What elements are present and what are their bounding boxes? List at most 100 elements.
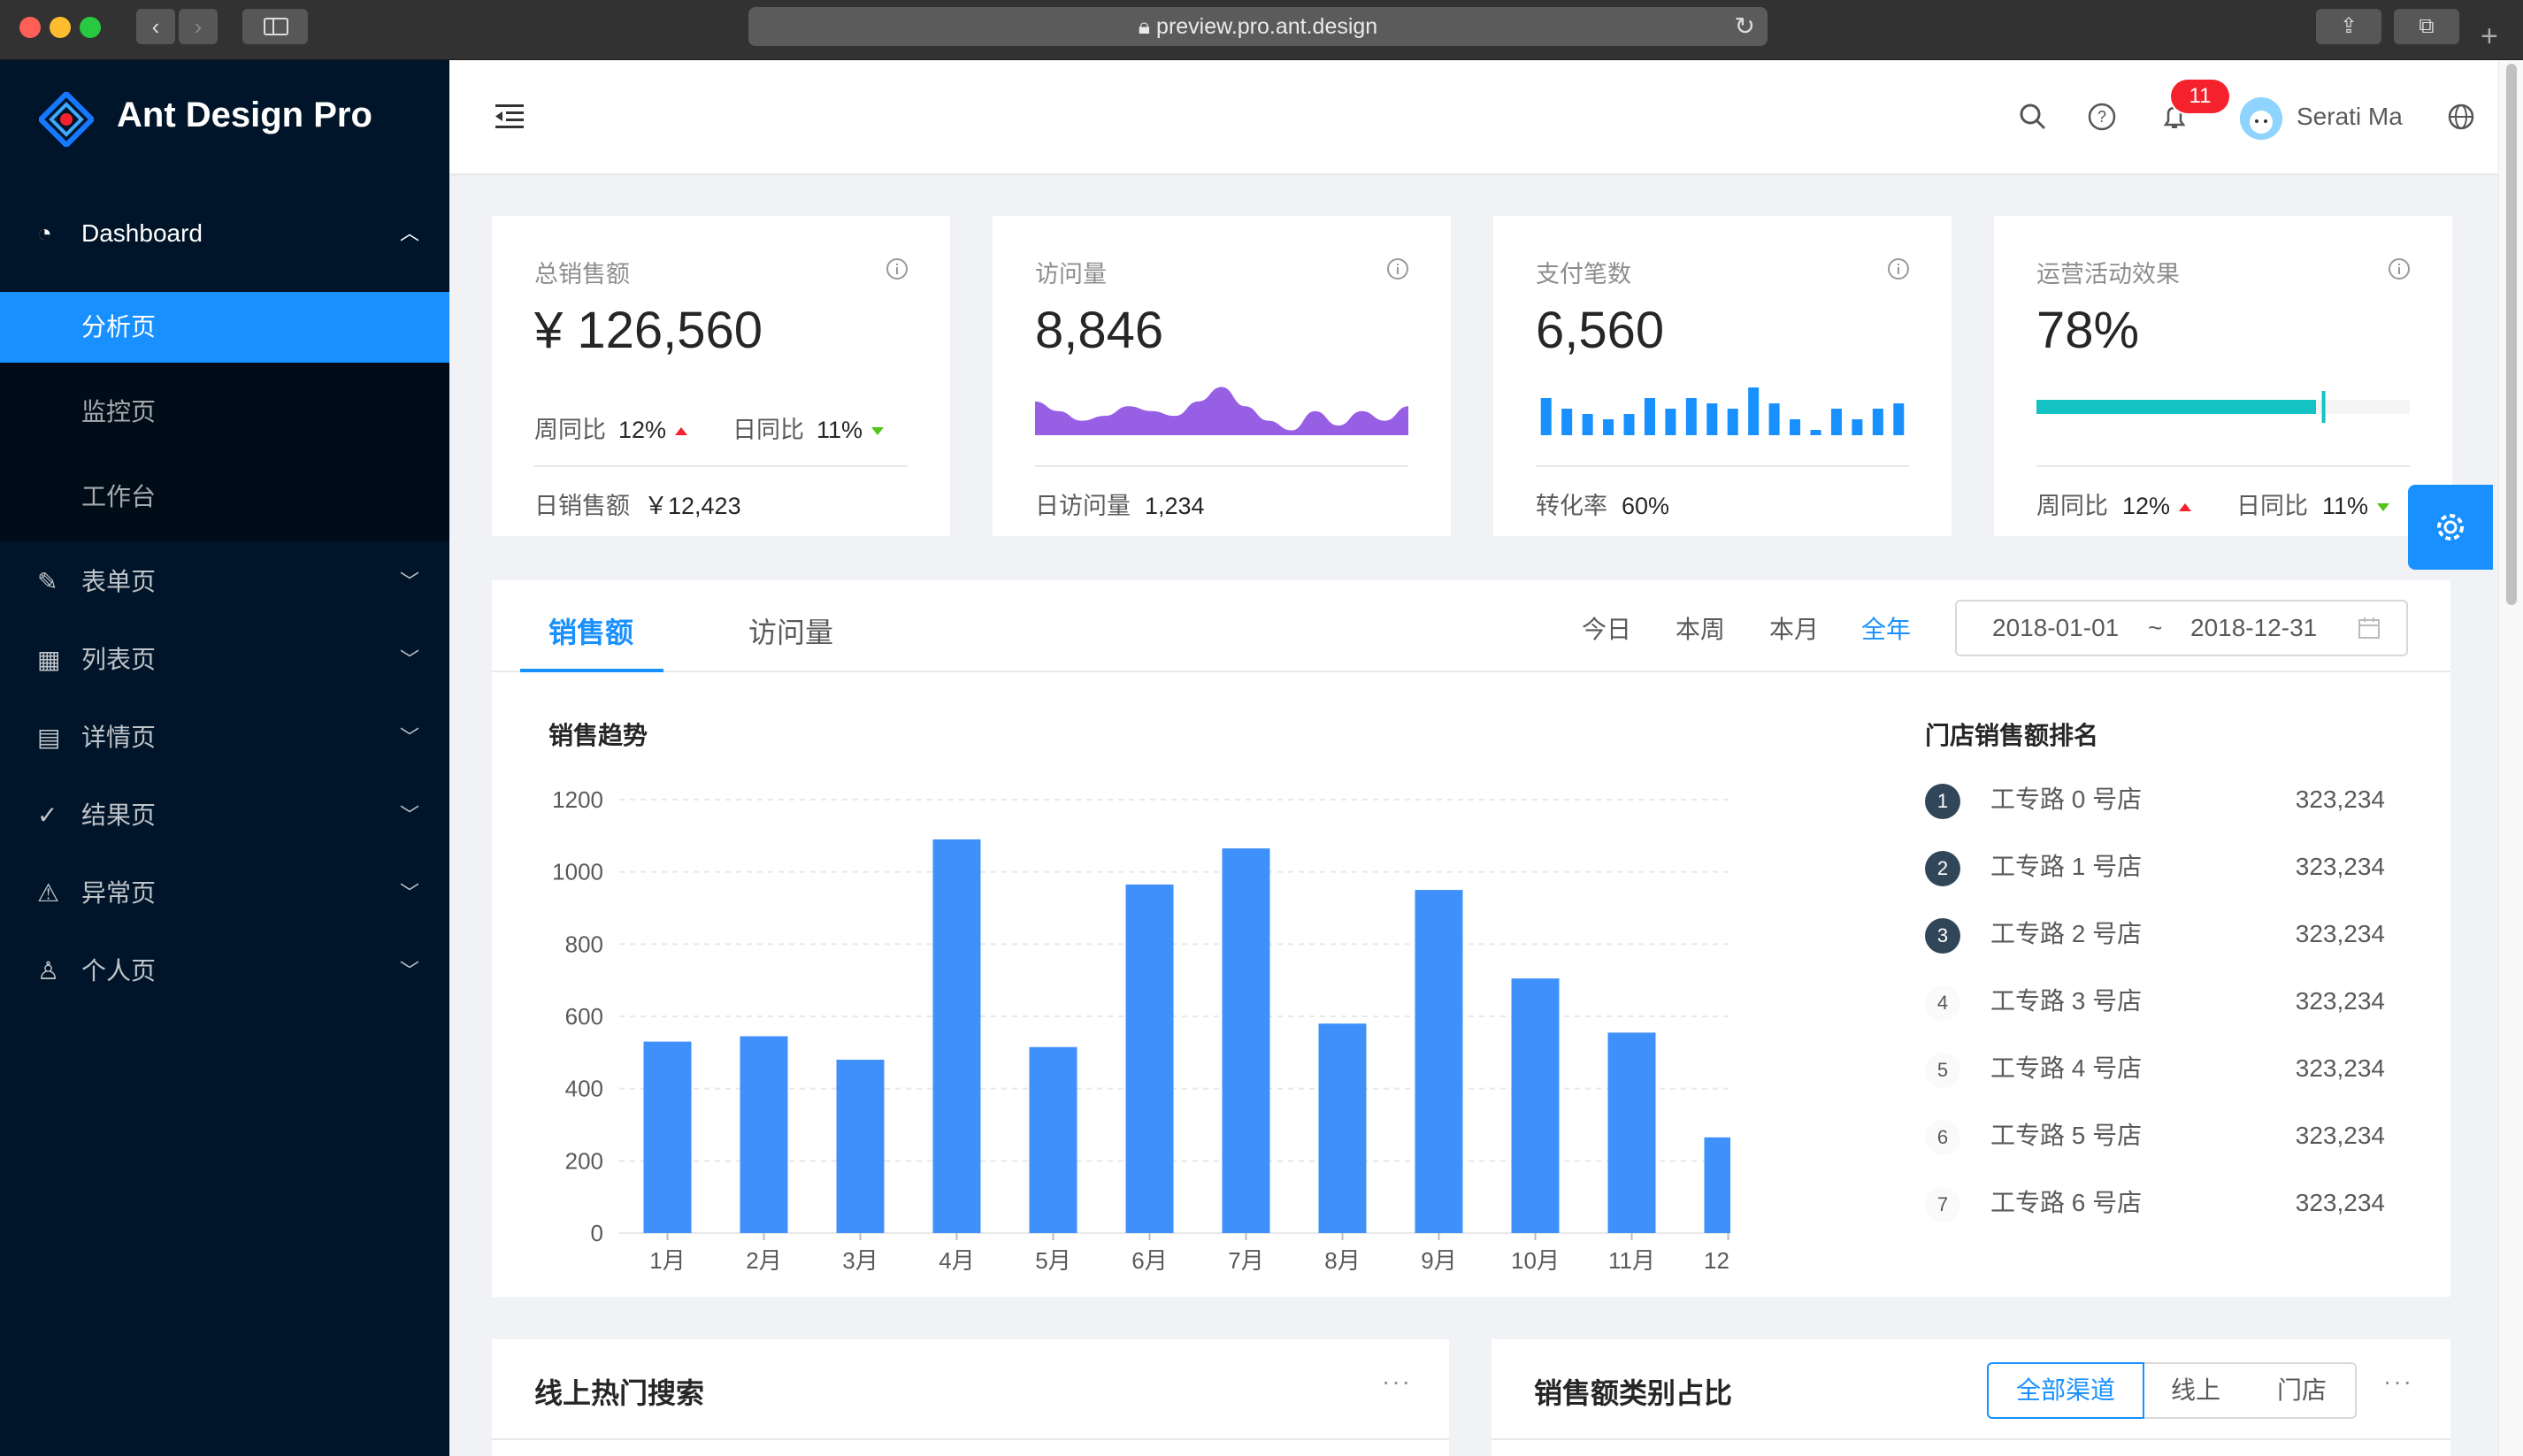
store-name: 工专路 4 号店 bbox=[1990, 1054, 2143, 1082]
sidebar-item-list[interactable]: ▦ 列表页 ﹀ bbox=[0, 625, 449, 695]
x-tick-label: 5月 bbox=[1035, 1247, 1070, 1274]
week-trend: 周同比 12% bbox=[2036, 487, 2192, 521]
bar[interactable] bbox=[1318, 1023, 1367, 1233]
sales-category-card: 销售额类别占比 全部渠道 线上 门店 ··· bbox=[1492, 1339, 2450, 1456]
day-trend: 日同比 11% bbox=[2236, 487, 2390, 521]
sidebar: Ant Design Pro ◔ Dashboard ︿ 分析页 监控页 工作台… bbox=[0, 60, 449, 1456]
logo[interactable]: Ant Design Pro bbox=[0, 60, 449, 173]
bar[interactable] bbox=[1704, 1137, 1731, 1233]
kpi-footer: 转化率 60% bbox=[1536, 493, 1670, 519]
y-tick-label: 200 bbox=[565, 1147, 603, 1174]
date-start[interactable]: 2018-01-01 bbox=[1992, 602, 2119, 655]
gear-icon bbox=[2437, 514, 2464, 540]
caret-down-icon bbox=[871, 427, 885, 436]
card-title: 销售额类别占比 bbox=[1534, 1377, 1733, 1409]
mini-bar bbox=[1540, 398, 1552, 435]
bar[interactable] bbox=[1029, 1046, 1077, 1233]
bar[interactable] bbox=[643, 1041, 692, 1233]
store-name: 工专路 2 号店 bbox=[1990, 920, 2143, 947]
mini-bar bbox=[1727, 409, 1738, 435]
rank-badge: 3 bbox=[1925, 918, 1960, 954]
store-name: 工专路 5 号店 bbox=[1990, 1122, 2143, 1149]
help-icon[interactable]: ? bbox=[2086, 101, 2118, 133]
y-tick-label: 1200 bbox=[552, 786, 603, 813]
logo-text: Ant Design Pro bbox=[117, 96, 372, 134]
x-tick-label: 6月 bbox=[1131, 1247, 1167, 1274]
reload-icon[interactable]: ↻ bbox=[1735, 7, 1755, 46]
zoom-window-button[interactable] bbox=[80, 17, 101, 38]
channel-store-button[interactable]: 门店 bbox=[2249, 1362, 2357, 1419]
browser-sidebar-button[interactable] bbox=[242, 9, 308, 44]
bar[interactable] bbox=[740, 1036, 788, 1233]
menu-fold-icon[interactable] bbox=[492, 99, 527, 134]
page-scrollbar[interactable] bbox=[2498, 60, 2523, 1456]
more-ellipsis-icon[interactable]: ··· bbox=[1382, 1368, 1412, 1396]
chevron-down-icon: ﹀ bbox=[400, 960, 420, 982]
rank-badge: 7 bbox=[1925, 1187, 1960, 1222]
share-button[interactable]: ⇪ bbox=[2316, 9, 2381, 44]
bar[interactable] bbox=[932, 839, 981, 1233]
mini-bar bbox=[1872, 409, 1883, 435]
sidebar-item-workplace[interactable]: 工作台 bbox=[0, 462, 449, 533]
search-icon[interactable] bbox=[2017, 101, 2049, 133]
info-icon[interactable] bbox=[1886, 257, 1911, 281]
divider bbox=[1492, 1438, 2450, 1440]
address-bar[interactable]: 🔒︎ preview.pro.ant.design ↻ bbox=[748, 7, 1768, 46]
y-tick-label: 1000 bbox=[552, 859, 603, 885]
store-sales-value: 323,234 bbox=[2295, 853, 2385, 880]
info-icon[interactable] bbox=[885, 257, 909, 281]
forward-button[interactable]: › bbox=[179, 9, 218, 44]
avatar[interactable] bbox=[2240, 97, 2282, 140]
range-year[interactable]: 全年 bbox=[1861, 610, 1911, 646]
list-item: 4 工专路 3 号店 323,234 bbox=[1925, 982, 2385, 1026]
url-text: preview.pro.ant.design bbox=[1156, 14, 1378, 39]
sidebar-item-exception[interactable]: ⚠ 异常页 ﹀ bbox=[0, 858, 449, 929]
divider bbox=[2036, 465, 2410, 467]
x-tick-label: 10月 bbox=[1511, 1247, 1560, 1274]
mini-bar bbox=[1830, 409, 1842, 435]
bar[interactable] bbox=[1125, 884, 1174, 1233]
sidebar-item-dashboard[interactable]: ◔ Dashboard ︿ bbox=[0, 198, 449, 269]
store-name: 工专路 0 号店 bbox=[1990, 785, 2143, 813]
kpi-card-operation: 运营活动效果 78% 周同比 12% 日同比 11% bbox=[1994, 216, 2452, 536]
table-icon: ▦ bbox=[37, 646, 61, 673]
ranking-title: 门店销售额排名 bbox=[1925, 722, 2099, 749]
scrollbar-thumb[interactable] bbox=[2506, 64, 2517, 605]
profile-icon: ▤ bbox=[37, 724, 61, 751]
date-end[interactable]: 2018-12-31 bbox=[2190, 602, 2317, 655]
language-globe-icon[interactable] bbox=[2445, 101, 2477, 133]
sidebar-item-account[interactable]: ♙ 个人页 ﹀ bbox=[0, 936, 449, 1007]
user-name[interactable]: Serati Ma bbox=[2297, 103, 2403, 131]
sidebar-item-monitor[interactable]: 监控页 bbox=[0, 377, 449, 448]
new-tab-button[interactable]: + bbox=[2481, 19, 2498, 54]
minimize-window-button[interactable] bbox=[50, 17, 71, 38]
bar[interactable] bbox=[1415, 890, 1463, 1233]
bar[interactable] bbox=[1511, 978, 1560, 1233]
sidebar-item-analysis[interactable]: 分析页 bbox=[0, 292, 449, 363]
info-icon[interactable] bbox=[2387, 257, 2412, 281]
mini-bar bbox=[1603, 419, 1614, 435]
channel-online-button[interactable]: 线上 bbox=[2143, 1362, 2251, 1419]
more-ellipsis-icon[interactable]: ··· bbox=[2383, 1368, 2413, 1396]
sidebar-item-profile[interactable]: ▤ 详情页 ﹀ bbox=[0, 702, 449, 773]
bar[interactable] bbox=[1222, 848, 1270, 1233]
x-tick-label: 7月 bbox=[1228, 1247, 1263, 1274]
notification-badge: 11 bbox=[2171, 80, 2229, 113]
sidebar-item-label: Dashboard bbox=[81, 219, 203, 247]
sidebar-item-result[interactable]: ✓ 结果页 ﹀ bbox=[0, 780, 449, 851]
bar[interactable] bbox=[1607, 1032, 1656, 1233]
range-month[interactable]: 本月 bbox=[1769, 610, 1819, 646]
global-header: ? 11 Serati Ma bbox=[449, 60, 2498, 173]
info-icon[interactable] bbox=[1385, 257, 1410, 281]
channel-all-button[interactable]: 全部渠道 bbox=[1987, 1362, 2144, 1419]
sidebar-item-form[interactable]: ✎ 表单页 ﹀ bbox=[0, 547, 449, 617]
back-button[interactable]: ‹ bbox=[136, 9, 175, 44]
store-name: 工专路 1 号店 bbox=[1990, 853, 2143, 880]
settings-drawer-button[interactable] bbox=[2408, 485, 2493, 570]
show-tabs-button[interactable]: ⧉ bbox=[2394, 9, 2459, 44]
calendar-icon bbox=[2358, 617, 2380, 639]
date-range-picker[interactable]: 2018-01-01 ~ 2018-12-31 bbox=[1955, 600, 2408, 656]
bar[interactable] bbox=[836, 1060, 885, 1233]
close-window-button[interactable] bbox=[19, 17, 41, 38]
kpi-total: 8,846 bbox=[1035, 302, 1164, 359]
